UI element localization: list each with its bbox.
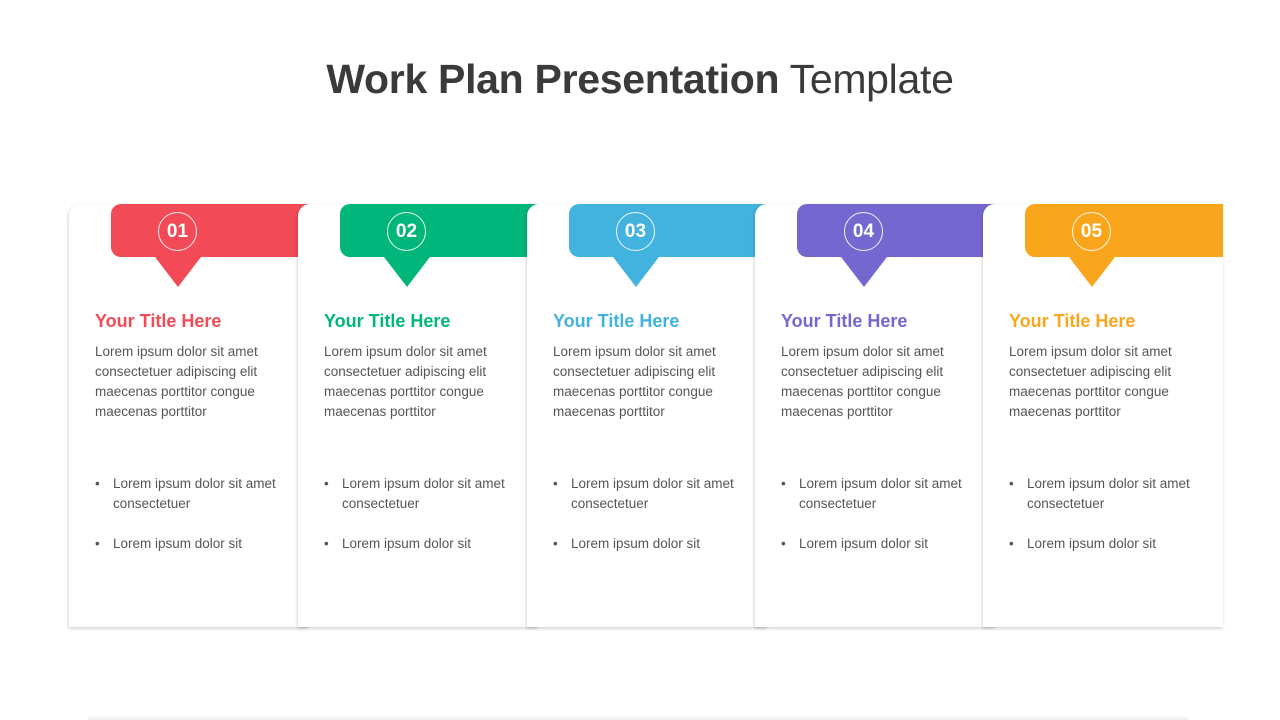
slide-title-light: Template [789, 56, 954, 102]
step-pointer [841, 257, 887, 287]
bullet-icon: • [324, 536, 329, 551]
step-ribbon [340, 204, 538, 257]
bullet-icon: • [781, 536, 786, 551]
step-bullet-item: • Lorem ipsum dolor sit [781, 534, 981, 554]
bullet-icon: • [95, 536, 100, 551]
step-bullet-list: • Lorem ipsum dolor sit amet consectetuer… [1009, 474, 1209, 574]
bullet-icon: • [553, 476, 558, 491]
step-description: Lorem ipsum dolor sit amet consectetuer … [1009, 344, 1172, 419]
step-ribbon [1025, 204, 1223, 257]
step-title: Your Title Here [324, 311, 451, 331]
step-bullet-text: Lorem ipsum dolor sit [799, 536, 929, 551]
bullet-icon: • [781, 476, 786, 491]
step-bullet-item: • Lorem ipsum dolor sit amet consectetuer [324, 474, 524, 514]
step-bullet-item: • Lorem ipsum dolor sit amet consectetuer [95, 474, 295, 514]
step-pointer [613, 257, 659, 287]
step-description: Lorem ipsum dolor sit amet consectetuer … [95, 344, 258, 419]
step-ribbon [797, 204, 995, 257]
step-bullet-item: • Lorem ipsum dolor sit amet consectetuer [1009, 474, 1209, 514]
bullet-icon: • [1009, 476, 1014, 491]
step-bullet-item: • Lorem ipsum dolor sit amet consectetuer [781, 474, 981, 514]
step-bullet-text: Lorem ipsum dolor sit [113, 536, 243, 551]
step-bullet-list: • Lorem ipsum dolor sit amet consectetuer… [781, 474, 981, 574]
step-description: Lorem ipsum dolor sit amet consectetuer … [324, 344, 487, 419]
step-title: Your Title Here [781, 311, 908, 331]
step-bullet-item: • Lorem ipsum dolor sit [95, 534, 295, 554]
bullet-icon: • [95, 476, 100, 491]
step-number-badge: 01 [158, 212, 197, 251]
step-bullet-item: • Lorem ipsum dolor sit [324, 534, 524, 554]
step-bullet-item: • Lorem ipsum dolor sit [553, 534, 753, 554]
step-bullet-item: • Lorem ipsum dolor sit [1009, 534, 1209, 554]
reflection-line [88, 716, 1188, 720]
step-card-3: 03 Your Title Here Lorem ipsum dolor sit a… [527, 204, 767, 627]
step-ribbon [569, 204, 767, 257]
step-title: Your Title Here [553, 311, 680, 331]
bullet-icon: • [553, 536, 558, 551]
step-title: Your Title Here [95, 311, 222, 331]
step-bullet-text: Lorem ipsum dolor sit [1027, 536, 1157, 551]
step-ribbon [111, 204, 309, 257]
step-bullet-list: • Lorem ipsum dolor sit amet consectetuer… [553, 474, 753, 574]
step-bullet-text: Lorem ipsum dolor sit amet consectetuer [342, 476, 505, 511]
step-card-5: 05 Your Title Here Lorem ipsum dolor sit a… [983, 204, 1223, 627]
step-bullet-text: Lorem ipsum dolor sit amet consectetuer [571, 476, 734, 511]
step-pointer [384, 257, 430, 287]
step-number-badge: 02 [387, 212, 426, 251]
step-pointer [155, 257, 201, 287]
step-number-badge: 03 [616, 212, 655, 251]
step-pointer [1069, 257, 1115, 287]
step-bullet-text: Lorem ipsum dolor sit amet consectetuer [799, 476, 962, 511]
step-title: Your Title Here [1009, 311, 1136, 331]
step-card-4: 04 Your Title Here Lorem ipsum dolor sit a… [755, 204, 995, 627]
step-bullet-text: Lorem ipsum dolor sit [342, 536, 472, 551]
step-card-2: 02 Your Title Here Lorem ipsum dolor sit a… [298, 204, 538, 627]
step-bullet-list: • Lorem ipsum dolor sit amet consectetuer… [95, 474, 295, 574]
slide-title: Work Plan Presentation Template [0, 56, 1280, 103]
slide-title-bold: Work Plan Presentation [326, 56, 780, 102]
step-description: Lorem ipsum dolor sit amet consectetuer … [781, 344, 944, 419]
step-bullet-text: Lorem ipsum dolor sit amet consectetuer [1027, 476, 1190, 511]
step-card-1: 01 Your Title Here Lorem ipsum dolor sit a… [69, 204, 309, 627]
step-description: Lorem ipsum dolor sit amet consectetuer … [553, 344, 716, 419]
step-bullet-text: Lorem ipsum dolor sit [571, 536, 701, 551]
bullet-icon: • [324, 476, 329, 491]
bullet-icon: • [1009, 536, 1014, 551]
step-bullet-list: • Lorem ipsum dolor sit amet consectetuer… [324, 474, 524, 574]
step-number-badge: 05 [1072, 212, 1111, 251]
step-number-badge: 04 [844, 212, 883, 251]
step-bullet-text: Lorem ipsum dolor sit amet consectetuer [113, 476, 276, 511]
step-bullet-item: • Lorem ipsum dolor sit amet consectetuer [553, 474, 753, 514]
